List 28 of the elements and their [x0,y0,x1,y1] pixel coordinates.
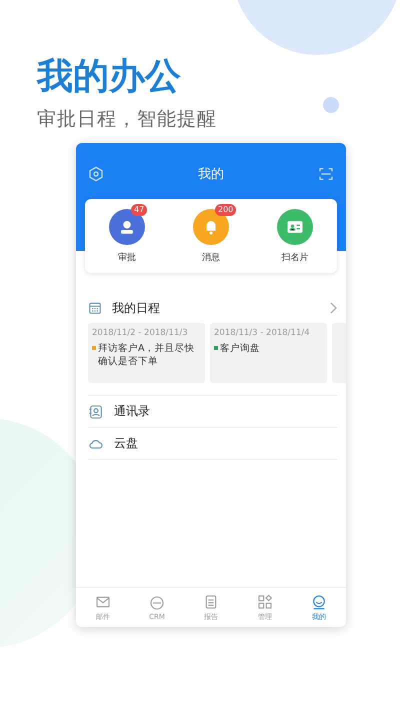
chevron-right-icon[interactable] [328,302,338,314]
menu-item[interactable]: 通讯录 [114,403,337,420]
section-title: 我的日程 [112,300,161,316]
grid-icon [257,594,273,610]
scan-icon[interactable] [318,166,334,182]
schedule-card[interactable]: 2018/11/2 - 2018/11/3 拜访客户A，并且尽快确认是否下单 [88,323,205,383]
event-text: 客户询盘 [220,342,260,355]
schedule-card[interactable]: 2018/11/3 - 2018/11/4 客户询盘 [210,323,327,383]
action-label: 扫名片 [282,252,308,264]
action-label: 消息 [202,252,220,264]
count-badge: 47 [131,204,148,216]
contacts-icon [88,404,104,420]
settings-icon[interactable] [88,166,104,182]
background-dot [323,97,339,113]
document-icon [203,594,219,610]
action-label: 审批 [118,252,136,264]
headline: 我的办公 [37,55,182,99]
event-dates: 2018/11/3 - 2018/11/4 [214,328,311,338]
subtitle: 审批日程，智能提醒 [37,107,218,132]
crm-icon [149,594,165,610]
event-dates: 2018/11/2 - 2018/11/3 [92,328,189,338]
smiley-icon [311,594,327,610]
action-button[interactable] [277,208,313,244]
count-badge: 200 [215,204,236,216]
calendar-icon [88,301,102,315]
event-text: 拜访客户A，并且尽快确认是否下单 [98,342,196,368]
screen-title: 我的 [198,166,224,183]
menu-item[interactable]: 云盘 [114,435,337,452]
